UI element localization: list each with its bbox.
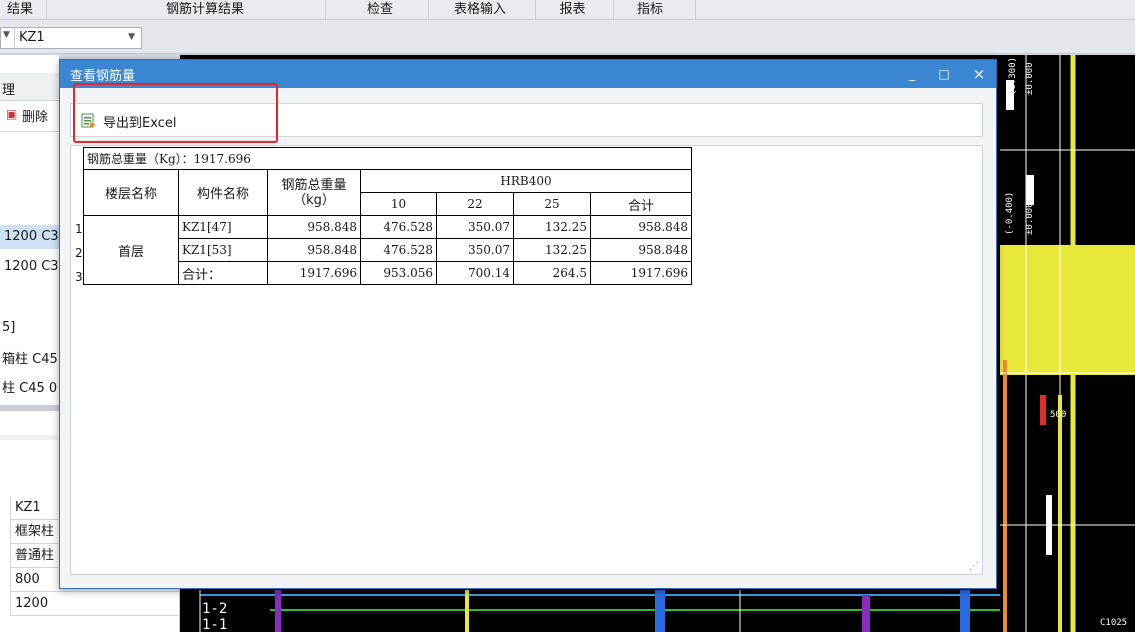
weight-d10-cell: 476.528 [360,238,437,262]
dialog-title: 查看钢筋量 [70,69,136,84]
column-header-total-weight-line2: （kg） [293,192,335,208]
report-preview: 钢筋总重量（Kg）：1917.696 楼层名称 构件名称 钢筋总重量 （kg） … [70,145,983,575]
component-name-cell: KZ1[53] [178,238,268,262]
component-name-cell: 合计： [178,261,268,285]
row-index: 1 [75,222,83,236]
menu-separator [613,0,614,20]
column-header-component: 构件名称 [178,169,268,216]
red-marker [1040,395,1046,425]
column-header-diameter-25: 25 [513,192,591,216]
total-weight-cell: 958.848 [267,238,361,262]
row-index: 2 [75,246,83,260]
menu-check[interactable]: 检查 [355,0,405,20]
tree-item[interactable]: 箱柱 C45 [2,348,58,367]
rebar-quantity-dialog: 查看钢筋量 _ □ × 导出到Excel 钢筋总重量（Kg）：1917.696 … [59,59,997,589]
cad-axis-label: 1-1 [202,617,227,632]
excel-export-icon [81,113,96,128]
column-header-total-weight: 钢筋总重量 （kg） [267,169,361,216]
chevron-down-icon[interactable]: ▼ [3,30,10,40]
column-header-diameter-sum: 合计 [590,192,692,216]
secondary-toolbar: ▼ KZ1 ▼ [0,20,1135,54]
menu-separator [46,0,47,20]
purple-column [862,595,870,632]
weight-d25-cell: 132.25 [513,238,591,262]
export-to-excel-button[interactable]: 导出到Excel [81,111,176,131]
tree-item[interactable]: 1200 C3 [4,259,59,274]
blue-column [655,590,665,632]
purple-column [275,590,281,632]
weight-d22-cell: 350.07 [436,215,514,239]
menu-rebar-calc-results[interactable]: 钢筋计算结果 [150,0,260,20]
total-weight-summary: 钢筋总重量（Kg）：1917.696 [83,147,692,170]
close-button[interactable]: × [969,64,989,84]
menu-table-input[interactable]: 表格输入 [440,0,520,20]
white-label-block [1026,175,1034,205]
tree-item-label: 1200 C3 [4,229,59,244]
menu-separator [325,0,326,20]
row-index: 3 [75,270,83,284]
component-combo[interactable]: ▼ KZ1 ▼ [0,27,142,49]
white-label-block [1046,495,1052,555]
tree-item[interactable]: 5] [2,320,15,335]
menu-bar: 结果 钢筋计算结果 检查 表格输入 报表 指标 [0,0,1135,20]
divider [0,131,59,132]
cad-axis-label: 1-2 [202,601,227,617]
cad-element-label: C1025 [1100,618,1127,628]
weight-d10-cell: 476.528 [360,215,437,239]
delete-icon[interactable]: ▣ [6,107,17,121]
weight-d22-cell: 700.14 [436,261,514,285]
panel-header-label: 理 [2,83,16,98]
component-combo-value: KZ1 [19,30,45,45]
menu-separator [428,0,429,20]
cad-level-label: (6.300) [1008,57,1018,95]
total-weight-cell: 1917.696 [267,261,361,285]
column-header-diameter-22: 22 [436,192,514,216]
weight-sum-cell: 1917.696 [590,261,692,285]
cad-level-label: ±0.000 [1025,202,1035,235]
export-to-excel-label: 导出到Excel [103,115,177,131]
rebar-report-table: 钢筋总重量（Kg）：1917.696 楼层名称 构件名称 钢筋总重量 （kg） … [83,147,692,285]
combo-divider [14,28,15,48]
total-weight-cell: 958.848 [267,215,361,239]
weight-d22-cell: 350.07 [436,238,514,262]
component-name-cell: KZ1[47] [178,215,268,239]
minimize-button[interactable]: _ [902,64,922,84]
cad-dimension-label: 500 [1050,410,1066,420]
floor-name-cell: 首层 [83,215,179,285]
weight-d25-cell: 264.5 [513,261,591,285]
weight-d10-cell: 953.056 [360,261,437,285]
dialog-title-bar[interactable]: 查看钢筋量 _ □ × [60,60,996,88]
column-header-total-weight-line1: 钢筋总重量 [281,177,347,193]
cad-level-label: (-0.400) [1005,192,1015,235]
menu-separator [535,0,536,20]
yellow-column-fill [1000,245,1135,375]
weight-d25-cell: 132.25 [513,215,591,239]
horizontal-scrollbar[interactable] [0,405,59,411]
menu-report[interactable]: 报表 [550,0,595,20]
yellow-column [465,590,469,632]
column-header-floor: 楼层名称 [83,169,179,216]
maximize-button[interactable]: □ [934,64,954,84]
chevron-down-icon[interactable]: ▼ [128,32,135,42]
weight-sum-cell: 958.848 [590,238,692,262]
resize-grip-icon[interactable]: ⋰ [969,561,979,572]
delete-button[interactable]: 删除 [22,106,48,125]
column-header-grade: HRB400 [360,169,692,193]
menu-index[interactable]: 指标 [625,0,675,20]
dialog-toolbar: 导出到Excel [70,103,983,137]
weight-sum-cell: 958.848 [590,215,692,239]
column-header-diameter-10: 10 [360,192,437,216]
menu-separator [695,0,696,20]
property-value-height[interactable]: 1200 [10,592,180,616]
blue-column [960,590,970,632]
tree-item[interactable]: 柱 C45 0 [2,377,57,396]
table-row: 首层 KZ1[47] 958.848 476.528 350.07 132.25… [83,215,692,285]
tree-item-selected[interactable]: 1200 C3 [0,225,59,249]
panel-header: 理 [0,73,59,101]
menu-results[interactable]: 结果 [0,0,40,20]
cad-level-label: ±0.000 [1025,62,1035,95]
table-row: 楼层名称 构件名称 钢筋总重量 （kg） HRB400 [83,169,692,216]
table-row: 钢筋总重量（Kg）：1917.696 [83,147,692,170]
